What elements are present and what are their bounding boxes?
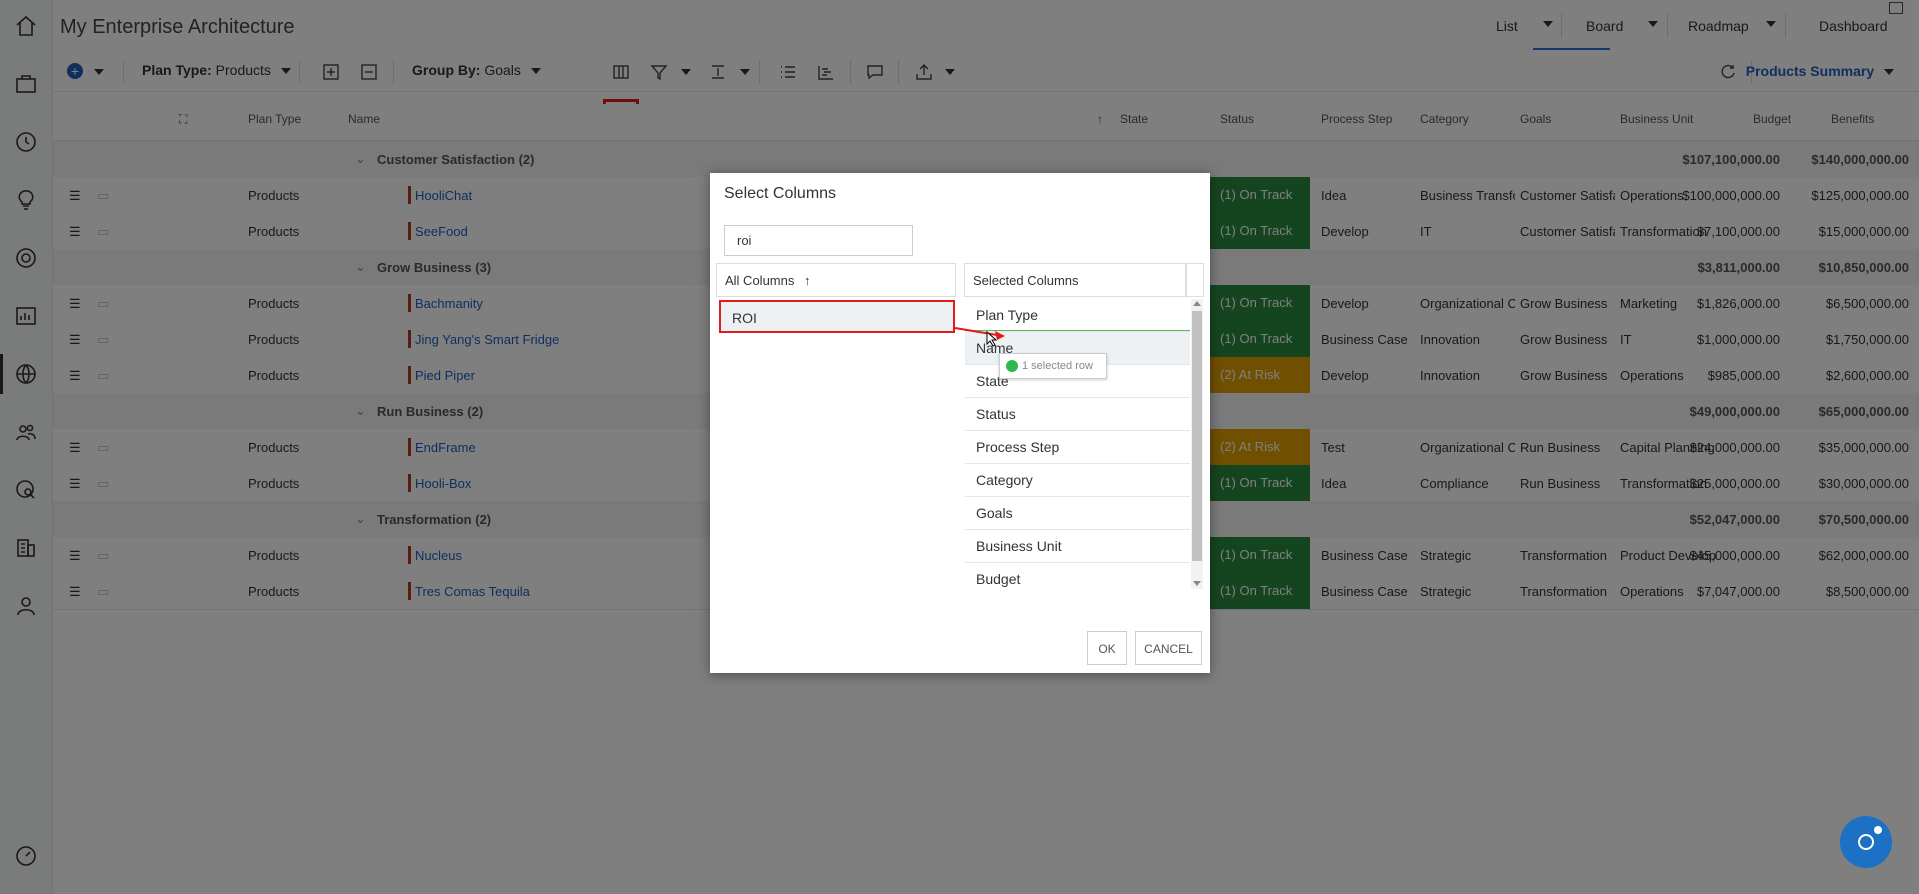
cancel-button[interactable]: CANCEL <box>1135 631 1202 665</box>
selected-column-item[interactable]: Goals <box>965 497 1190 530</box>
mouse-cursor-icon <box>986 330 998 347</box>
selected-column-item[interactable]: Category <box>965 464 1190 497</box>
all-column-item-roi[interactable]: ROI <box>719 300 955 333</box>
drag-tooltip-text: 1 selected row <box>1022 360 1093 372</box>
select-columns-dialog: Select Columns All Columns ↑ Selected Co… <box>710 173 1210 673</box>
all-columns-header[interactable]: All Columns ↑ <box>716 263 956 297</box>
scroll-thumb[interactable] <box>1192 311 1202 561</box>
scroll-down-icon[interactable] <box>1193 581 1201 586</box>
selected-columns-scrollbar[interactable] <box>1191 299 1203 589</box>
selected-column-item[interactable]: Status <box>965 398 1190 431</box>
all-columns-header-label: All Columns <box>725 273 795 288</box>
selected-columns-header[interactable]: Selected Columns <box>964 263 1186 297</box>
column-search-input[interactable] <box>724 225 913 256</box>
check-circle-icon <box>1006 360 1018 372</box>
selected-column-item[interactable]: Business Unit <box>965 530 1190 563</box>
dialog-title: Select Columns <box>724 185 837 202</box>
drag-tooltip: 1 selected row <box>999 353 1107 379</box>
ok-button[interactable]: OK <box>1087 631 1127 665</box>
help-button[interactable] <box>1840 816 1892 868</box>
drag-arrow-icon <box>954 327 1005 340</box>
scroll-up-icon[interactable] <box>1193 301 1201 306</box>
sort-up-icon: ↑ <box>803 273 811 288</box>
selected-column-item[interactable]: Budget <box>965 563 1190 589</box>
selected-column-item[interactable]: Process Step <box>965 431 1190 464</box>
header-spacer <box>1186 263 1204 297</box>
